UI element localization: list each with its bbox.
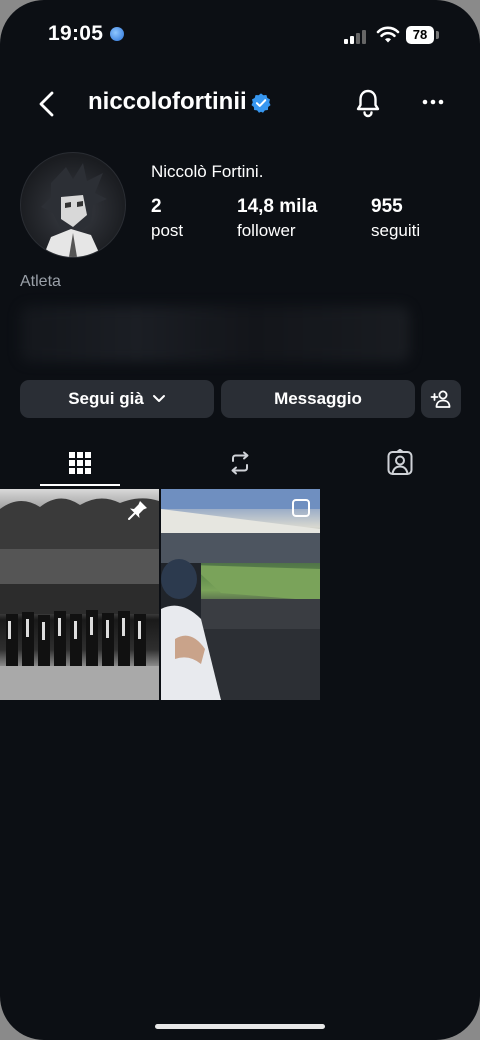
cellular-signal-icon (344, 28, 370, 44)
bell-icon[interactable] (354, 88, 382, 118)
post-thumbnail[interactable] (161, 489, 320, 700)
status-time: 19:05 (48, 22, 104, 45)
profile-username: niccolofortinii (88, 88, 247, 115)
suggested-users-button[interactable] (421, 380, 461, 418)
blurred-bio (20, 306, 410, 362)
tagged-icon (387, 449, 413, 475)
profile-category: Atleta (20, 273, 61, 290)
display-name: Niccolò Fortini. (151, 162, 264, 181)
message-button[interactable]: Messaggio (221, 380, 415, 418)
back-arrow-icon[interactable] (34, 90, 60, 118)
post-thumbnail[interactable] (0, 489, 159, 700)
stat-followers-label: follower (237, 221, 296, 240)
stat-followers-count: 14,8 mila (237, 196, 318, 217)
tab-tagged[interactable] (320, 440, 480, 486)
profile-header: niccolofortinii (0, 80, 480, 128)
grid-icon (69, 452, 91, 474)
pinned-icon (128, 501, 147, 520)
home-indicator (155, 1024, 325, 1029)
battery-indicator: 78 (406, 26, 434, 44)
stat-posts-count: 2 (151, 196, 162, 217)
following-button-label: Segui già (68, 389, 144, 408)
phone-screen: 19:05 78 niccolofortinii Niccolò Fortini… (0, 0, 480, 1040)
wifi-icon (376, 26, 400, 43)
profile-tabs (0, 440, 480, 488)
profile-avatar[interactable] (20, 152, 126, 258)
stat-followers[interactable]: 14,8 mila follower (237, 196, 317, 241)
stat-posts-label: post (151, 221, 184, 240)
chevron-down-icon (152, 395, 165, 402)
post-image-stadium (161, 489, 320, 700)
verified-badge-icon (251, 93, 271, 113)
location-icon (110, 27, 124, 41)
message-button-label: Messaggio (274, 389, 362, 408)
stat-posts[interactable]: 2 post (151, 196, 183, 241)
stat-following-label: seguiti (371, 221, 421, 240)
add-person-icon (430, 390, 451, 408)
following-button[interactable]: Segui già (20, 380, 214, 418)
status-bar: 19:05 78 (0, 0, 480, 70)
active-tab-indicator (40, 484, 120, 486)
stat-following[interactable]: 955 seguiti (371, 196, 420, 241)
stat-following-count: 955 (371, 196, 403, 217)
more-options-icon[interactable] (420, 92, 446, 112)
avatar-illustration (41, 163, 107, 257)
tab-posts-grid[interactable] (0, 440, 160, 486)
reels-repost-icon (231, 451, 249, 475)
tab-reposts[interactable] (160, 440, 320, 486)
battery-tip (436, 31, 439, 39)
multiple-media-icon (292, 499, 310, 517)
